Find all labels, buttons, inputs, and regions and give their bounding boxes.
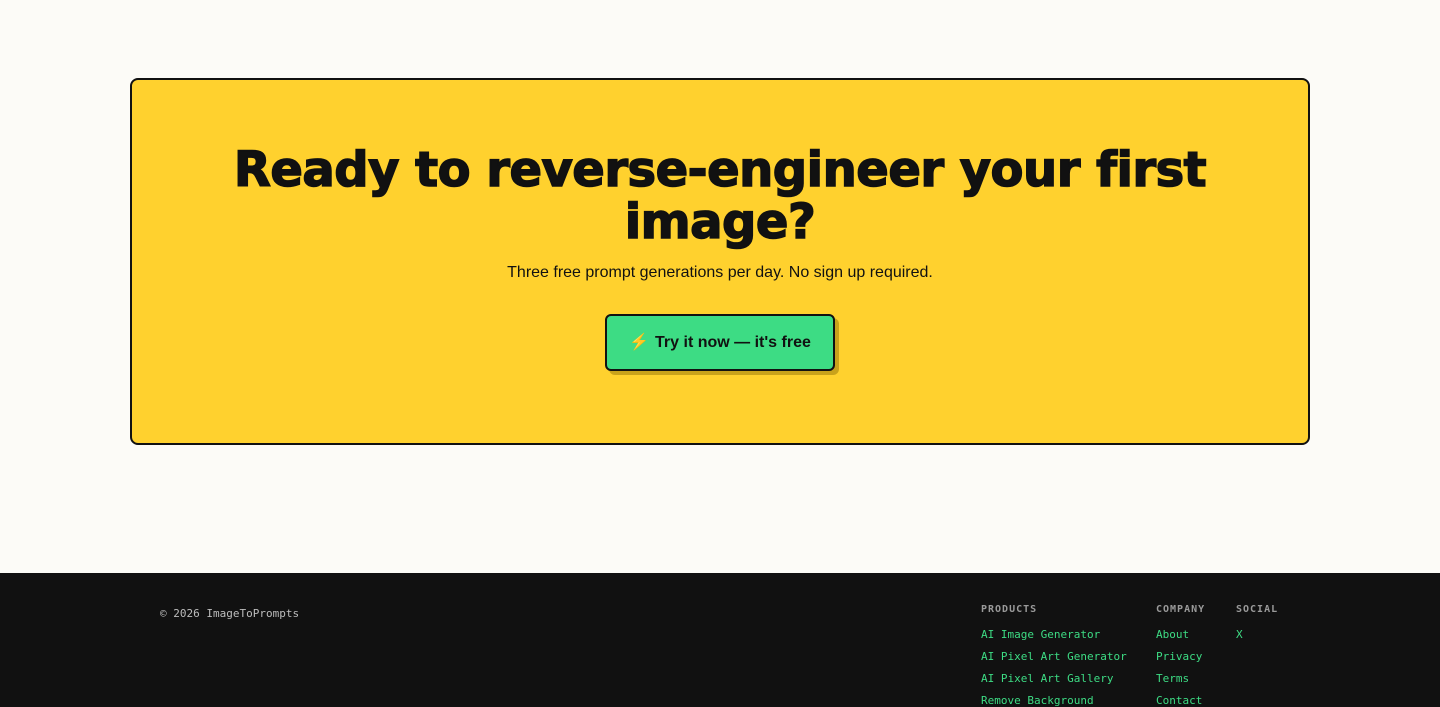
footer-products-heading: PRODUCTS xyxy=(981,604,1038,615)
footer-link-remove-background[interactable]: Remove Background xyxy=(981,690,1127,707)
cta-subtitle: Three free prompt generations per day. N… xyxy=(507,264,933,281)
page: Ready to reverse-engineer your first ima… xyxy=(0,0,1440,707)
footer-link-ai-pixel-art-gallery[interactable]: AI Pixel Art Gallery xyxy=(981,668,1127,690)
copyright-text: © 2026 ImageToPrompts xyxy=(160,607,300,620)
footer-link-about[interactable]: About xyxy=(1156,624,1205,646)
footer-link-ai-pixel-art-generator[interactable]: AI Pixel Art Generator xyxy=(981,646,1127,668)
footer-link-ai-image-generator[interactable]: AI Image Generator xyxy=(981,624,1127,646)
footer-link-terms[interactable]: Terms xyxy=(1156,668,1205,690)
footer-company-heading: COMPANY xyxy=(1156,604,1206,615)
try-it-now-button[interactable]: ⚡ Try it now — it's free xyxy=(605,314,835,371)
footer-link-contact[interactable]: Contact xyxy=(1156,690,1205,707)
footer: © 2026 ImageToPrompts PRODUCTS AI Image … xyxy=(0,573,1440,707)
footer-link-x[interactable]: X xyxy=(1236,624,1278,646)
try-it-now-label: Try it now — it's free xyxy=(655,333,811,351)
lightning-bolt-icon: ⚡ xyxy=(629,333,650,351)
footer-products-column: PRODUCTS AI Image Generator AI Pixel Art… xyxy=(981,604,1127,707)
footer-social-column: SOCIAL X xyxy=(1236,604,1278,646)
footer-company-column: COMPANY About Privacy Terms Contact xyxy=(1156,604,1205,707)
cta-title: Ready to reverse-engineer your first ima… xyxy=(233,142,1207,250)
footer-social-heading: SOCIAL xyxy=(1236,604,1279,615)
footer-link-privacy[interactable]: Privacy xyxy=(1156,646,1205,668)
cta-card: Ready to reverse-engineer your first ima… xyxy=(130,78,1310,445)
